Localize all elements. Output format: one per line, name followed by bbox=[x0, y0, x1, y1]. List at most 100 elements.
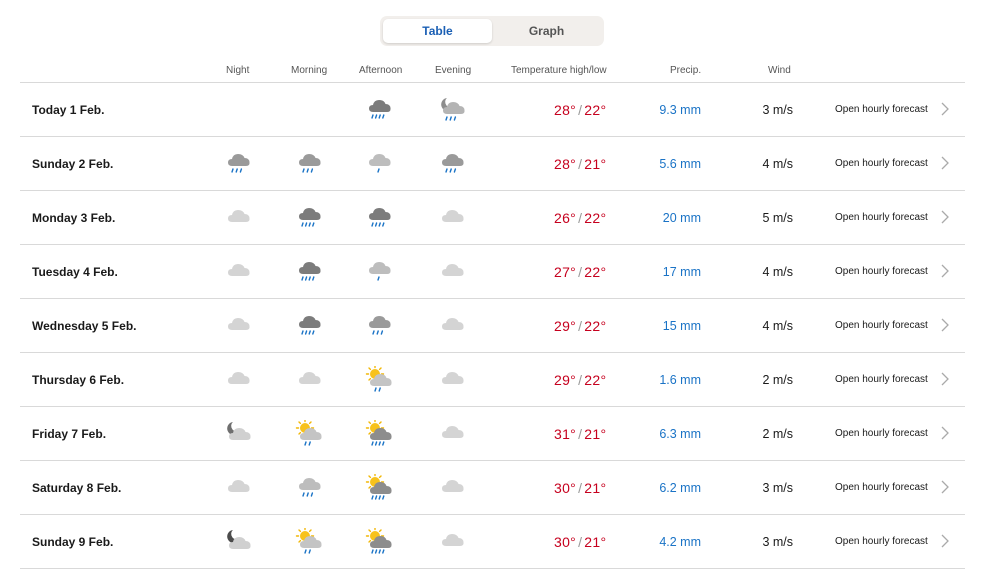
chevron-right-icon[interactable] bbox=[939, 101, 951, 117]
view-toggle: Table Graph bbox=[380, 16, 604, 46]
col-precip: Precip. bbox=[670, 65, 702, 76]
temperature-high-low: 30°/21° bbox=[554, 534, 606, 550]
precipitation-value: 1.6 mm bbox=[659, 373, 701, 387]
temp-low: 21° bbox=[584, 534, 607, 550]
temp-high: 26° bbox=[554, 210, 577, 226]
row-date: Today 1 Feb. bbox=[32, 103, 105, 117]
forecast-row[interactable]: Wednesday 5 Feb. 29°/22° 15 mm 4 m/s Open ho… bbox=[20, 299, 965, 353]
temp-high: 31° bbox=[554, 426, 577, 442]
col-temperature: Temperature high/low bbox=[511, 65, 607, 76]
open-hourly-forecast-link[interactable]: Open hourly forecast bbox=[835, 536, 928, 547]
forecast-row[interactable]: Sunday 9 Feb. 30°/21° 4.2 mm 3 m/s Open hour… bbox=[20, 515, 965, 569]
temp-separator: / bbox=[578, 318, 583, 334]
open-hourly-forecast-link[interactable]: Open hourly forecast bbox=[835, 374, 928, 385]
chevron-right-icon[interactable] bbox=[939, 371, 951, 387]
temp-low: 22° bbox=[584, 264, 607, 280]
light-rain-cloud-icon bbox=[365, 258, 395, 286]
rain-cloud-light-icon bbox=[295, 474, 325, 502]
chevron-right-icon[interactable] bbox=[939, 317, 951, 333]
forecast-row[interactable]: Monday 3 Feb. 26°/22° 20 mm 5 m/s Open hourl… bbox=[20, 191, 965, 245]
cloud-icon bbox=[438, 204, 468, 232]
open-hourly-forecast-link[interactable]: Open hourly forecast bbox=[835, 104, 928, 115]
chevron-right-icon[interactable] bbox=[939, 425, 951, 441]
temp-low: 22° bbox=[584, 210, 607, 226]
precipitation-value: 15 mm bbox=[662, 319, 701, 333]
temp-low: 21° bbox=[584, 426, 607, 442]
sun-rain-cloud-icon bbox=[295, 528, 325, 556]
cloud-icon bbox=[224, 366, 254, 394]
forecast-row[interactable]: Today 1 Feb. 28°/22° 9.3 mm 3 m/s Open hourl… bbox=[20, 83, 965, 137]
rain-cloud-icon bbox=[224, 150, 254, 178]
temp-low: 22° bbox=[584, 102, 607, 118]
table-header: Night Morning Afternoon Evening Temperat… bbox=[20, 62, 965, 82]
forecast-row[interactable]: Sunday 2 Feb. 28°/21° 5.6 mm 4 m/s Open hour… bbox=[20, 137, 965, 191]
moon-cloud-dark-icon bbox=[224, 528, 254, 556]
temperature-high-low: 26°/22° bbox=[554, 210, 606, 226]
heavy-rain-cloud-icon bbox=[365, 204, 395, 232]
cloud-icon bbox=[438, 312, 468, 340]
rain-cloud-icon bbox=[365, 312, 395, 340]
precipitation-value: 6.2 mm bbox=[659, 481, 701, 495]
moon-rain-cloud-icon bbox=[438, 96, 468, 124]
temperature-high-low: 28°/21° bbox=[554, 156, 606, 172]
row-date: Thursday 6 Feb. bbox=[32, 373, 125, 387]
temp-separator: / bbox=[578, 480, 583, 496]
row-date: Sunday 2 Feb. bbox=[32, 157, 114, 171]
chevron-right-icon[interactable] bbox=[939, 209, 951, 225]
temp-separator: / bbox=[578, 426, 583, 442]
open-hourly-forecast-link[interactable]: Open hourly forecast bbox=[835, 266, 928, 277]
temp-low: 22° bbox=[584, 318, 607, 334]
temp-high: 28° bbox=[554, 102, 577, 118]
wind-value: 4 m/s bbox=[762, 157, 793, 171]
forecast-row[interactable]: Tuesday 4 Feb. 27°/22° 17 mm 4 m/s Open hour… bbox=[20, 245, 965, 299]
precipitation-value: 17 mm bbox=[662, 265, 701, 279]
chevron-right-icon[interactable] bbox=[939, 263, 951, 279]
open-hourly-forecast-link[interactable]: Open hourly forecast bbox=[835, 320, 928, 331]
rain-cloud-icon bbox=[295, 150, 325, 178]
temp-high: 29° bbox=[554, 372, 577, 388]
light-rain-cloud-icon bbox=[365, 150, 395, 178]
sun-heavy-rain-cloud-icon bbox=[365, 528, 395, 556]
open-hourly-forecast-link[interactable]: Open hourly forecast bbox=[835, 428, 928, 439]
wind-value: 4 m/s bbox=[762, 265, 793, 279]
temp-low: 21° bbox=[584, 156, 607, 172]
chevron-right-icon[interactable] bbox=[939, 479, 951, 495]
open-hourly-forecast-link[interactable]: Open hourly forecast bbox=[835, 482, 928, 493]
row-date: Sunday 9 Feb. bbox=[32, 535, 114, 549]
cloud-icon bbox=[438, 258, 468, 286]
temp-separator: / bbox=[578, 102, 583, 118]
wind-value: 3 m/s bbox=[762, 481, 793, 495]
sun-heavy-rain-cloud-icon bbox=[365, 474, 395, 502]
wind-value: 3 m/s bbox=[762, 535, 793, 549]
chevron-right-icon[interactable] bbox=[939, 155, 951, 171]
wind-value: 3 m/s bbox=[762, 103, 793, 117]
cloud-icon bbox=[224, 312, 254, 340]
sun-rain-cloud-icon bbox=[365, 366, 395, 394]
row-date: Tuesday 4 Feb. bbox=[32, 265, 118, 279]
temperature-high-low: 31°/21° bbox=[554, 426, 606, 442]
wind-value: 5 m/s bbox=[762, 211, 793, 225]
temp-high: 29° bbox=[554, 318, 577, 334]
tab-table[interactable]: Table bbox=[383, 19, 492, 43]
temp-high: 27° bbox=[554, 264, 577, 280]
cloud-icon bbox=[438, 420, 468, 448]
cloud-icon bbox=[224, 258, 254, 286]
precipitation-value: 20 mm bbox=[662, 211, 701, 225]
chevron-right-icon[interactable] bbox=[939, 533, 951, 549]
tab-graph[interactable]: Graph bbox=[492, 19, 601, 43]
wind-value: 4 m/s bbox=[762, 319, 793, 333]
forecast-row[interactable]: Friday 7 Feb. 31°/21° 6.3 mm 2 m/s Open hour… bbox=[20, 407, 965, 461]
forecast-row[interactable]: Saturday 8 Feb. 30°/21° 6.2 mm 3 m/s Open ho… bbox=[20, 461, 965, 515]
open-hourly-forecast-link[interactable]: Open hourly forecast bbox=[835, 158, 928, 169]
cloud-icon bbox=[224, 474, 254, 502]
precipitation-value: 4.2 mm bbox=[659, 535, 701, 549]
sun-heavy-rain-cloud-icon bbox=[365, 420, 395, 448]
forecast-row[interactable]: Thursday 6 Feb. 29°/22° 1.6 mm 2 m/s Open ho… bbox=[20, 353, 965, 407]
temp-high: 30° bbox=[554, 480, 577, 496]
heavy-rain-cloud-icon bbox=[295, 312, 325, 340]
temperature-high-low: 30°/21° bbox=[554, 480, 606, 496]
open-hourly-forecast-link[interactable]: Open hourly forecast bbox=[835, 212, 928, 223]
temp-separator: / bbox=[578, 210, 583, 226]
temp-separator: / bbox=[578, 534, 583, 550]
row-date: Wednesday 5 Feb. bbox=[32, 319, 137, 333]
